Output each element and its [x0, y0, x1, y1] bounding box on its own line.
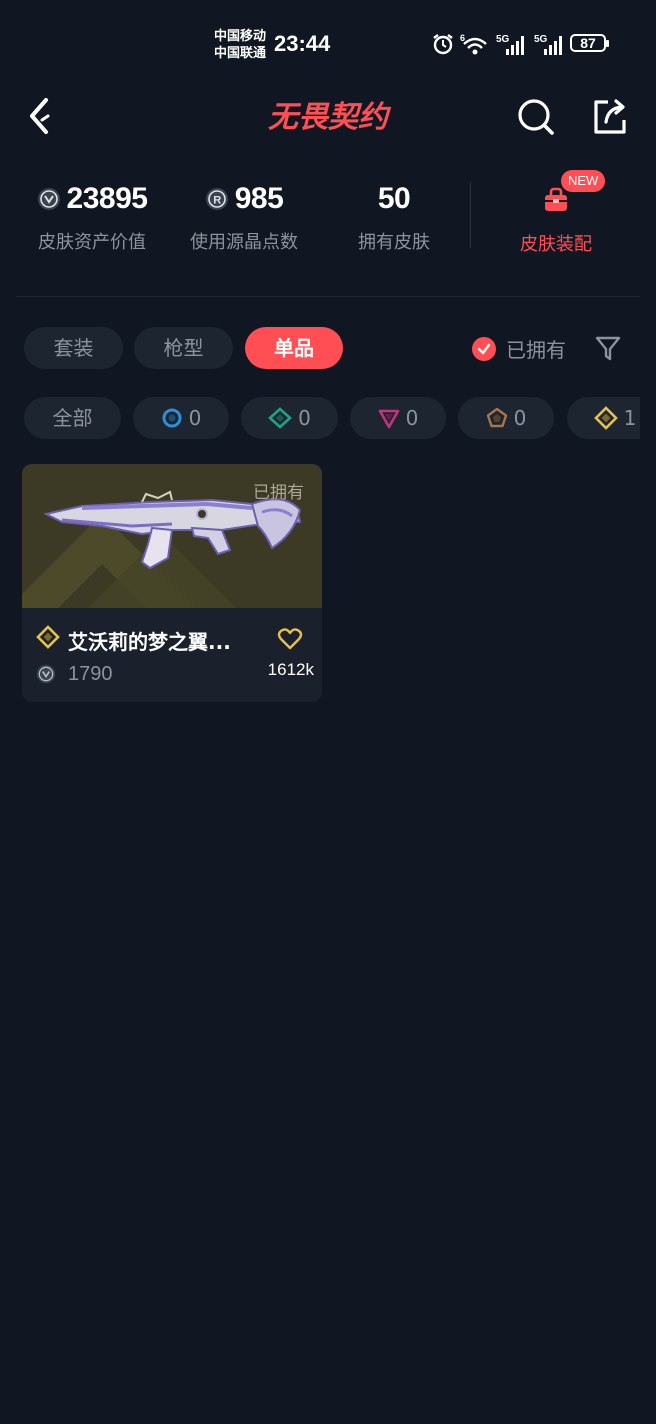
carrier-2: 中国联通	[214, 46, 267, 61]
heart-icon	[277, 628, 303, 650]
tab-single-item[interactable]: 单品	[245, 327, 343, 369]
battery-indicator: 87	[570, 34, 609, 52]
share-icon	[594, 99, 626, 134]
deluxe-tier-icon	[268, 407, 293, 429]
rarity-chip-deluxe[interactable]: 0	[241, 397, 338, 439]
search-icon	[518, 99, 554, 135]
skin-name: 艾沃莉的梦之翼...	[68, 630, 231, 654]
tab-bundles[interactable]: 套装	[24, 327, 123, 369]
svg-text:6: 6	[460, 33, 465, 43]
rarity-filter-row: 全部 0 0 0 0 1	[0, 390, 640, 446]
exclusive-tier-icon	[36, 625, 60, 649]
section-divider	[16, 296, 640, 297]
app-header: 无畏契约	[0, 88, 656, 144]
exclusive-tier-count: 1	[623, 406, 637, 430]
owned-skins-label: 拥有皮肤	[358, 232, 430, 253]
rarity-chip-all[interactable]: 全部	[24, 397, 121, 439]
deluxe-tier-count: 0	[298, 406, 311, 430]
alarm-icon	[433, 34, 453, 55]
select-tier-icon	[162, 408, 182, 428]
skin-price: 1790	[68, 663, 113, 685]
ultra-tier-icon	[486, 407, 507, 428]
stat-points: R 985 使用源晶点数	[182, 176, 306, 254]
skin-loadout-label: 皮肤装配	[520, 234, 592, 255]
svg-text:R: R	[213, 195, 221, 207]
rarity-chip-ultra[interactable]: 0	[458, 397, 554, 439]
signal-5g-icon-2: 5G	[534, 34, 562, 55]
status-time: 23:44	[274, 31, 331, 56]
points-value: 985	[234, 182, 284, 215]
rarity-chip-select[interactable]: 0	[133, 397, 229, 439]
app-logo: 无畏契约	[236, 92, 420, 138]
signal-5g-icon: 5G	[496, 34, 524, 55]
stat-asset-value: 23895 皮肤资产价值	[30, 176, 154, 254]
app-logo-text: 无畏契约	[268, 100, 392, 135]
rarity-chip-exclusive[interactable]: 1	[567, 397, 640, 439]
points-label: 使用源晶点数	[190, 232, 298, 253]
carrier-labels: 中国移动 中国联通	[214, 28, 266, 62]
asset-value-label: 皮肤资产价值	[38, 232, 146, 253]
rarity-chip-premium[interactable]: 0	[350, 397, 446, 439]
stats-divider	[470, 182, 471, 248]
premium-tier-icon	[378, 409, 399, 429]
stat-owned-skins: 50 拥有皮肤	[340, 176, 448, 254]
owned-filter-label: 已拥有	[506, 338, 566, 362]
carrier-1: 中国移动	[214, 29, 267, 44]
search-button[interactable]	[514, 94, 558, 138]
vp-currency-icon	[37, 188, 60, 210]
vp-currency-icon	[36, 664, 56, 684]
share-button[interactable]	[588, 94, 632, 138]
status-bar: 中国移动 中国联通 23:44 6 5G 5G 87	[0, 0, 656, 88]
exclusive-tier-icon	[593, 406, 618, 430]
new-badge: NEW	[561, 170, 606, 192]
owned-skins-value: 50	[377, 182, 411, 215]
radianite-icon: R	[205, 188, 228, 210]
checkbox-checked-icon	[472, 336, 496, 361]
back-button[interactable]	[22, 94, 62, 138]
owned-tag: 已拥有	[253, 483, 304, 503]
wifi-icon: 6	[460, 33, 487, 55]
filter-button[interactable]	[592, 332, 624, 364]
ultra-tier-count: 0	[513, 406, 527, 430]
skin-likes: 1612k	[267, 660, 314, 679]
loadout-bag-icon	[545, 187, 567, 211]
owned-filter-toggle[interactable]: 已拥有	[472, 334, 566, 363]
tab-weapon-type[interactable]: 枪型	[134, 327, 233, 369]
chevron-left-icon	[30, 98, 50, 134]
favorite-button[interactable]	[277, 627, 303, 651]
skin-image: 已拥有	[22, 464, 322, 608]
status-icons: 6 5G 5G	[432, 30, 566, 58]
svg-text:5G: 5G	[534, 34, 548, 45]
premium-tier-count: 0	[405, 406, 419, 430]
asset-value: 23895	[66, 182, 148, 215]
funnel-icon	[595, 336, 621, 361]
rarity-chip-all-label: 全部	[52, 406, 93, 430]
skin-card[interactable]: 已拥有 艾沃莉的梦之翼... 1790 1612k	[22, 464, 322, 702]
select-tier-count: 0	[188, 406, 202, 430]
svg-text:5G: 5G	[496, 34, 510, 45]
